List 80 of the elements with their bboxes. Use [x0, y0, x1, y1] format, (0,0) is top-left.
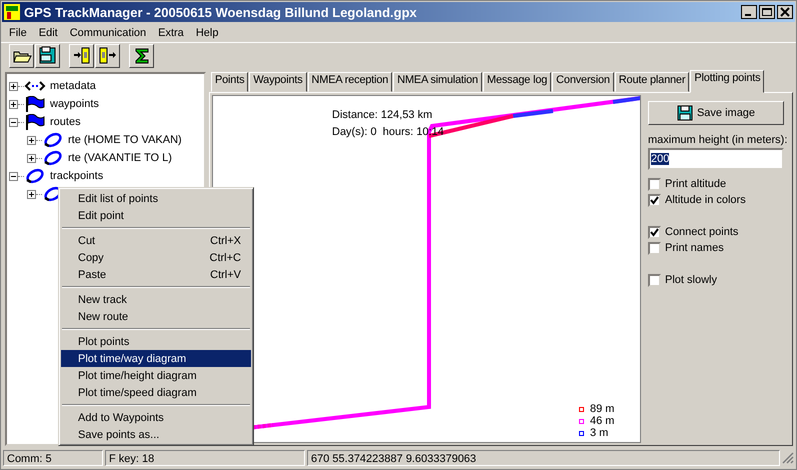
checkbox-label: Altitude in colors: [665, 194, 746, 206]
download-button[interactable]: [95, 44, 120, 68]
checkbox[interactable]: [648, 242, 661, 254]
menu-item[interactable]: Cut Ctrl+X: [61, 232, 251, 249]
tab[interactable]: Route planner: [614, 72, 690, 92]
expander-icon[interactable]: [9, 172, 18, 180]
statistics-button[interactable]: [129, 44, 154, 68]
checkbox[interactable]: [648, 226, 661, 238]
menu-item[interactable]: Plot time/speed diagram: [61, 384, 251, 401]
menu-item[interactable]: Add to Waypoints: [61, 409, 251, 426]
menu-item[interactable]: Edit point: [61, 207, 251, 224]
menu-item[interactable]: Plot time/way diagram: [61, 350, 251, 367]
height-input-field[interactable]: 200: [648, 148, 784, 170]
tab[interactable]: Points: [211, 72, 248, 92]
tab[interactable]: NMEA reception: [308, 72, 392, 92]
checkbox[interactable]: [648, 194, 661, 206]
arrow-into-device-icon: [72, 46, 92, 66]
expander-icon[interactable]: [27, 154, 36, 162]
expander-icon[interactable]: [27, 136, 36, 144]
expander-icon[interactable]: [9, 100, 18, 108]
tab[interactable]: Plotting points: [690, 70, 764, 93]
loop-icon: [42, 132, 64, 148]
field-label: maximum height (in meters):: [648, 134, 784, 146]
legend-label: 3 m: [590, 427, 608, 439]
legend-label: 46 m: [590, 415, 614, 427]
distance-text: Distance: 124,53 km: [332, 108, 434, 123]
checkbox[interactable]: [648, 274, 661, 286]
menu-item[interactable]: Edit list of points: [61, 190, 251, 207]
checkbox-label: Print names: [665, 242, 724, 254]
app-icon: [4, 4, 20, 20]
flag-icon: [24, 96, 46, 112]
loop-icon: [42, 150, 64, 166]
loop-icon: [24, 168, 46, 184]
tree-item[interactable]: metadata: [48, 80, 98, 92]
tree-item[interactable]: routes: [48, 116, 83, 128]
upload-button[interactable]: [69, 44, 94, 68]
menu-item[interactable]: Paste Ctrl+V: [61, 266, 251, 283]
menu-item[interactable]: Extra: [152, 26, 190, 38]
menu-item[interactable]: Communication: [64, 26, 152, 38]
resize-grip-icon: [782, 452, 794, 464]
menu-item[interactable]: Edit: [32, 26, 64, 38]
tree-item[interactable]: trackpoints: [48, 170, 106, 182]
legend-label: 89 m: [590, 403, 614, 415]
expander-icon[interactable]: [9, 82, 18, 90]
checkbox[interactable]: [648, 178, 661, 190]
menu-item[interactable]: File: [3, 26, 33, 38]
menu-item[interactable]: New track: [61, 291, 251, 308]
menu-item[interactable]: Save points as...: [61, 426, 251, 443]
expander-icon[interactable]: [27, 190, 36, 198]
checkbox-label: Plot slowly: [665, 274, 717, 286]
tree-item[interactable]: rte (VAKANTIE TO L): [66, 152, 174, 164]
check-mark-icon: [650, 196, 659, 204]
menu-item[interactable]: Plot time/height diagram: [61, 367, 251, 384]
status-field: 670 55.374223887 9.6033379063: [307, 450, 780, 466]
arrow-out-of-device-icon: [98, 46, 118, 66]
checkbox-label: Connect points: [665, 226, 738, 238]
status-field: Comm: 5: [3, 450, 103, 466]
open-button[interactable]: [9, 44, 34, 68]
flag-icon: [24, 114, 46, 130]
maximize-icon: [759, 5, 775, 19]
tree-item[interactable]: waypoints: [48, 98, 101, 110]
tab[interactable]: Waypoints: [249, 72, 307, 92]
tab[interactable]: NMEA simulation: [393, 72, 482, 92]
menu-item[interactable]: Help: [190, 26, 224, 38]
check-mark-icon: [650, 228, 659, 236]
window-title: GPS TrackManager - 20050615 Woensdag Billund Legoland.gpx: [24, 4, 418, 20]
save-button[interactable]: [35, 44, 60, 68]
minimize-icon: [741, 5, 757, 19]
close-icon: [777, 5, 793, 19]
status-field: F key: 18: [105, 450, 305, 466]
expander-icon[interactable]: [9, 118, 18, 126]
angle-brackets-icon: [24, 79, 46, 93]
tree-item[interactable]: rte (HOME TO VAKAN): [66, 134, 184, 146]
menu-item[interactable]: Copy Ctrl+C: [61, 249, 251, 266]
menu-item[interactable]: Plot points: [61, 333, 251, 350]
menu-item[interactable]: New route: [61, 308, 251, 325]
tab[interactable]: Message log: [482, 72, 552, 92]
tab[interactable]: Conversion: [552, 72, 614, 92]
checkbox-label: Print altitude: [665, 178, 726, 190]
save-image-button[interactable]: Save image: [648, 101, 784, 125]
